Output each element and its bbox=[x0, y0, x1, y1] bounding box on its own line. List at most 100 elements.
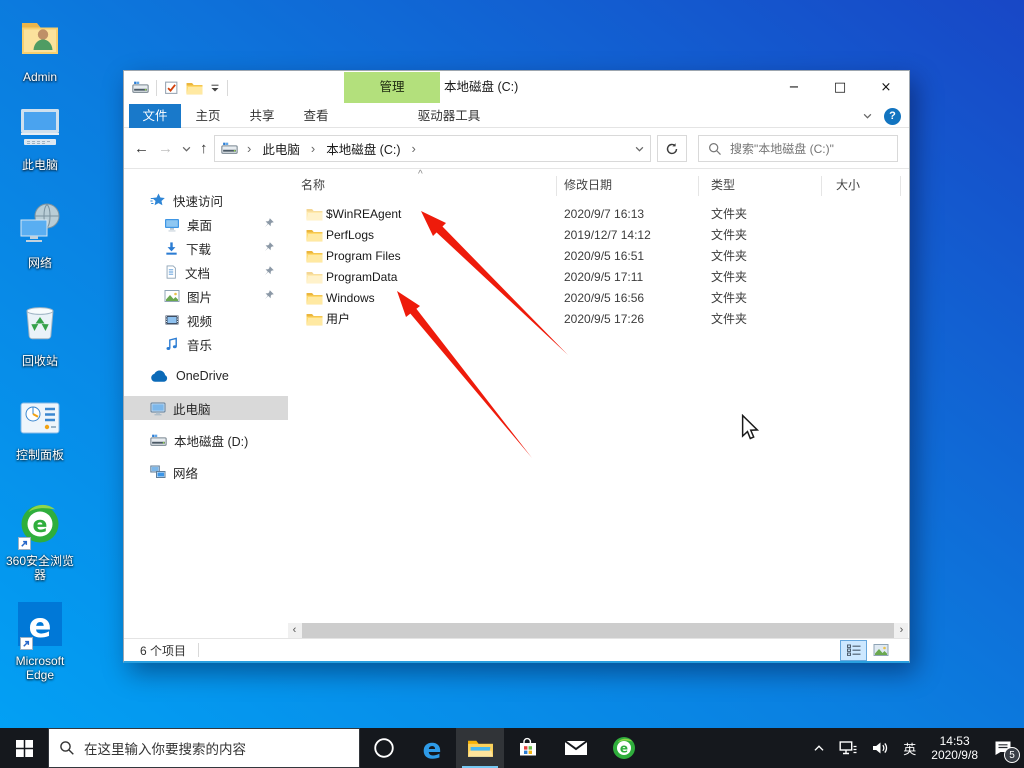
sidebar-item-onedrive[interactable]: OneDrive bbox=[124, 364, 288, 388]
desktop-icon-360-browser[interactable]: e 360安全浏览器 bbox=[4, 498, 76, 582]
details-view-button[interactable] bbox=[840, 639, 867, 661]
divider bbox=[227, 79, 228, 96]
recycle-bin-icon bbox=[16, 298, 64, 346]
desktop-icon-microsoft-edge[interactable]: e Microsoft Edge bbox=[4, 602, 76, 682]
file-type: 文件夹 bbox=[711, 249, 748, 263]
network-tray-icon[interactable] bbox=[832, 728, 864, 768]
file-row[interactable]: $WinREAgent 2020/9/7 16:13 文件夹 bbox=[288, 204, 909, 225]
tab-drive-tools[interactable]: 驱动器工具 bbox=[401, 104, 497, 128]
column-header-name[interactable]: 名称 bbox=[301, 174, 325, 198]
file-name[interactable]: ProgramData bbox=[326, 267, 397, 288]
file-row[interactable]: ProgramData 2020/9/5 17:11 文件夹 bbox=[288, 267, 909, 288]
file-row[interactable]: 用户 2020/9/5 17:26 文件夹 bbox=[288, 309, 909, 330]
volume-tray-icon[interactable] bbox=[864, 728, 896, 768]
column-header-size[interactable]: 大小 bbox=[836, 174, 860, 198]
file-name[interactable]: 用户 bbox=[326, 309, 350, 330]
sidebar-item-pictures[interactable]: 图片 bbox=[124, 284, 288, 308]
svg-text:e: e bbox=[423, 733, 442, 763]
taskbar-button-file-explorer[interactable] bbox=[456, 728, 504, 768]
back-button[interactable]: ← bbox=[134, 140, 149, 157]
desktop-icon-control-panel[interactable]: 控制面板 bbox=[4, 400, 76, 462]
desktop-icon-network[interactable]: 网络 bbox=[4, 200, 76, 270]
sidebar-item-documents[interactable]: 文档 bbox=[124, 260, 288, 284]
thumbnail-view-button[interactable] bbox=[868, 641, 893, 660]
address-bar[interactable]: › 此电脑 › 本地磁盘 (C:) › bbox=[214, 135, 651, 162]
refresh-button[interactable] bbox=[657, 135, 687, 162]
ribbon-collapse-chevron-icon[interactable] bbox=[863, 113, 872, 119]
column-divider[interactable] bbox=[900, 176, 901, 196]
sidebar-item-network[interactable]: 网络 bbox=[124, 460, 288, 484]
sidebar-item-desktop[interactable]: 桌面 bbox=[124, 212, 288, 236]
desktop-icon-this-pc[interactable]: 此电脑 bbox=[4, 102, 76, 172]
minimize-button[interactable]: − bbox=[771, 71, 817, 104]
network-icon bbox=[150, 465, 166, 479]
file-list-pane[interactable]: ^ 名称 修改日期 类型 大小 $WinREAgent 2020/9/7 16:1… bbox=[288, 169, 909, 638]
tray-expand-chevron-icon[interactable] bbox=[806, 728, 832, 768]
sidebar-item-videos[interactable]: 视频 bbox=[124, 308, 288, 332]
dropdown-caret-icon[interactable] bbox=[210, 83, 220, 93]
desktop-icon-label: 控制面板 bbox=[15, 448, 64, 462]
sidebar-item-music[interactable]: 音乐 bbox=[124, 332, 288, 356]
file-date: 2019/12/7 14:12 bbox=[564, 228, 651, 242]
input-language-indicator[interactable]: 英 bbox=[896, 728, 923, 768]
column-divider[interactable] bbox=[698, 176, 699, 196]
desktop-icon-recycle-bin[interactable]: 回收站 bbox=[4, 298, 76, 368]
close-button[interactable]: × bbox=[863, 71, 909, 104]
file-row[interactable]: Program Files 2020/9/5 16:51 文件夹 bbox=[288, 246, 909, 267]
sidebar-item-label: 此电脑 bbox=[173, 402, 211, 417]
tab-view[interactable]: 查看 bbox=[289, 104, 343, 128]
help-icon[interactable]: ? bbox=[884, 107, 901, 125]
new-folder-icon[interactable] bbox=[186, 81, 203, 95]
sidebar-item-this-pc[interactable]: 此电脑 bbox=[124, 396, 288, 420]
column-divider[interactable] bbox=[556, 176, 557, 196]
taskbar-button-360-browser[interactable]: e bbox=[600, 728, 648, 768]
file-name[interactable]: PerfLogs bbox=[326, 225, 374, 246]
sidebar-item-label: 本地磁盘 (D:) bbox=[174, 434, 249, 449]
breadcrumb-local-disk-c[interactable]: 本地磁盘 (C:) bbox=[324, 139, 402, 158]
desktop-icon-admin[interactable]: Admin bbox=[4, 14, 76, 84]
scrollbar-thumb[interactable] bbox=[302, 623, 894, 638]
properties-check-icon[interactable] bbox=[164, 80, 179, 95]
scroll-right-arrow-icon[interactable]: › bbox=[895, 623, 908, 638]
tab-home[interactable]: 主页 bbox=[181, 104, 235, 128]
start-button[interactable] bbox=[0, 728, 48, 768]
store-icon bbox=[517, 737, 539, 759]
column-header-type[interactable]: 类型 bbox=[711, 174, 735, 198]
taskbar-button-store[interactable] bbox=[504, 728, 552, 768]
breadcrumb-this-pc[interactable]: 此电脑 bbox=[260, 139, 302, 158]
maximize-button[interactable]: □ bbox=[817, 71, 863, 104]
taskbar-search-box[interactable]: 在这里输入你要搜索的内容 bbox=[48, 728, 360, 768]
file-name[interactable]: $WinREAgent bbox=[326, 204, 401, 225]
action-center-button[interactable]: 5 bbox=[986, 728, 1024, 768]
file-name[interactable]: Windows bbox=[326, 288, 375, 309]
sidebar-item-label: 桌面 bbox=[187, 218, 213, 233]
scroll-left-arrow-icon[interactable]: ‹ bbox=[288, 623, 301, 638]
up-button[interactable]: ↑ bbox=[200, 140, 208, 157]
column-header-date[interactable]: 修改日期 bbox=[564, 174, 612, 198]
taskbar-button-cortana[interactable] bbox=[360, 728, 408, 768]
explorer-window: 管理 本地磁盘 (C:) − □ × 文件 主页 共享 查看 驱动器工具 ? ← → ↑ bbox=[123, 70, 910, 663]
desktop-icon-label: 此电脑 bbox=[21, 158, 58, 172]
history-chevron-icon[interactable] bbox=[182, 146, 191, 152]
file-row[interactable]: PerfLogs 2019/12/7 14:12 文件夹 bbox=[288, 225, 909, 246]
horizontal-scrollbar[interactable]: ‹ › bbox=[288, 623, 908, 638]
sidebar-item-downloads[interactable]: 下载 bbox=[124, 236, 288, 260]
address-dropdown-chevron-icon[interactable] bbox=[635, 146, 644, 152]
column-divider[interactable] bbox=[821, 176, 822, 196]
taskbar-button-edge[interactable]: e bbox=[408, 728, 456, 768]
column-headers: 名称 修改日期 类型 大小 bbox=[288, 174, 909, 198]
forward-button[interactable]: → bbox=[158, 140, 173, 157]
tab-share[interactable]: 共享 bbox=[235, 104, 289, 128]
desktop-icon-label: 网络 bbox=[27, 256, 52, 270]
ribbon-tab-row: 文件 主页 共享 查看 驱动器工具 ? bbox=[124, 104, 909, 128]
title-bar[interactable]: 管理 本地磁盘 (C:) − □ × bbox=[124, 71, 909, 104]
sidebar-item-local-disk-d[interactable]: 本地磁盘 (D:) bbox=[124, 428, 288, 452]
tab-file[interactable]: 文件 bbox=[129, 104, 181, 128]
desktop: Admin 此电脑 网络 回收站 控制面板 e 360安全浏览器 e Microsoft Edg… bbox=[0, 0, 1024, 768]
file-name[interactable]: Program Files bbox=[326, 246, 401, 267]
taskbar-button-mail[interactable] bbox=[552, 728, 600, 768]
sidebar-item-quick-access[interactable]: 快速访问 bbox=[124, 188, 288, 212]
search-box[interactable]: 搜索"本地磁盘 (C:)" bbox=[698, 135, 898, 162]
clock[interactable]: 14:53 2020/9/8 bbox=[923, 734, 986, 762]
file-row[interactable]: Windows 2020/9/5 16:56 文件夹 bbox=[288, 288, 909, 309]
